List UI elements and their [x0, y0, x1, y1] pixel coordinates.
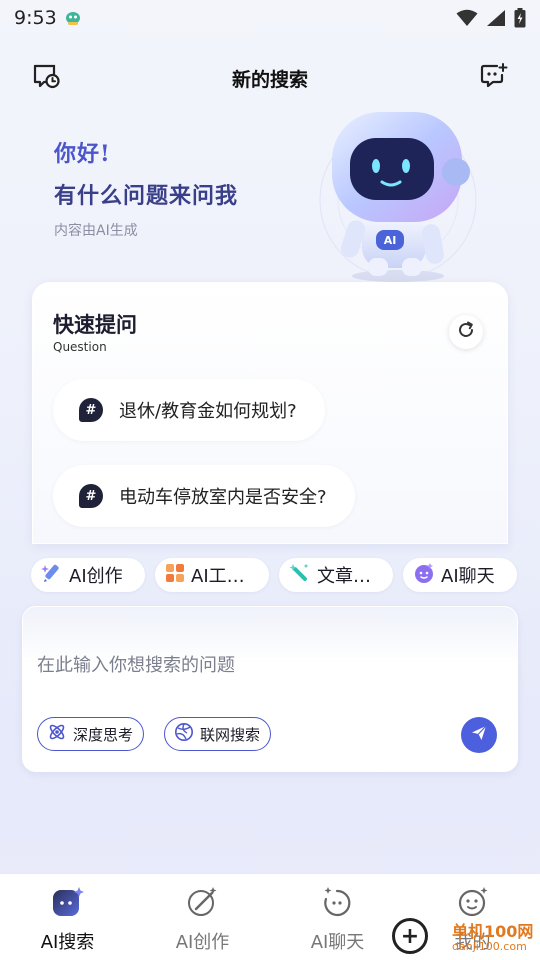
tools-row: AI创作 AI工具... 文章改... AI聊天 [31, 558, 531, 592]
refresh-icon [456, 320, 476, 344]
watermark-url: danji100.com [452, 940, 527, 953]
grid-tools-icon [165, 563, 185, 588]
deep-thinking-label: 深度思考 [73, 725, 134, 744]
search-input[interactable] [37, 647, 497, 683]
tool-chip-article-edit[interactable]: 文章改... [279, 558, 393, 592]
wifi-icon [456, 9, 478, 31]
header: 新的搜索 [0, 56, 540, 100]
quick-question-1[interactable]: # 退休/教育金如何规划? [53, 379, 325, 441]
hashtag-icon: # [79, 398, 103, 422]
watermark-text: 单机100网 [452, 922, 534, 941]
site-watermark: + 单机100网 danji100.com [390, 912, 540, 960]
send-button[interactable] [461, 717, 497, 753]
chat-face-icon [413, 562, 435, 589]
tool-chip-label: AI创作 [69, 566, 123, 587]
refresh-questions-button[interactable] [449, 315, 483, 349]
web-search-toggle[interactable]: 联网搜索 [164, 717, 272, 751]
tool-chip-ai-create[interactable]: AI创作 [31, 558, 145, 592]
signal-icon [486, 9, 506, 31]
page-title: 新的搜索 [231, 69, 308, 91]
search-input-panel: 深度思考 联网搜索 [22, 606, 518, 772]
tool-chip-ai-chat[interactable]: AI聊天 [403, 558, 517, 592]
deep-thinking-toggle[interactable]: 深度思考 [37, 717, 145, 751]
nav-label: AI创作 [175, 932, 230, 953]
new-chat-button[interactable] [478, 62, 510, 94]
hashtag-icon: # [79, 484, 103, 508]
tool-chip-ai-tools[interactable]: AI工具... [155, 558, 269, 592]
battery-icon [514, 8, 526, 32]
ai-disclaimer: 内容由AI生成 [54, 223, 138, 239]
status-bar: 9:53 [0, 0, 540, 36]
status-time: 9:53 [14, 7, 57, 29]
quick-questions-title: 快速提问 [53, 313, 137, 337]
pen-sparkle-icon [41, 562, 63, 589]
nav-label: AI搜索 [40, 932, 95, 953]
ai-chat-icon [321, 886, 355, 922]
new-chat-icon [480, 63, 508, 93]
globe-icon [174, 722, 194, 746]
robot-mascot-illustration: AI [310, 108, 480, 286]
greeting: 你好! 有什么问题来问我 内容由AI生成 [54, 136, 238, 240]
quick-question-2[interactable]: # 电动车停放室内是否安全? [53, 465, 355, 527]
quick-question-text: 电动车停放室内是否安全? [119, 487, 327, 508]
magic-wand-icon [289, 562, 311, 589]
ai-create-icon [186, 886, 220, 922]
nav-ai-search[interactable]: AI搜索 [0, 874, 135, 960]
watermark-logo: + [392, 918, 428, 954]
web-search-label: 联网搜索 [200, 725, 261, 744]
nav-ai-chat[interactable]: AI聊天 [270, 874, 405, 960]
tool-chip-label: 文章改... [317, 566, 383, 587]
tool-chip-label: AI工具... [191, 566, 259, 587]
quick-questions-card: 快速提问 Question # 退休/教育金如何规划? # 电动车停放室内是否安… [32, 282, 508, 544]
tool-chip-label: AI聊天 [441, 566, 495, 587]
greeting-prompt: 有什么问题来问我 [54, 183, 239, 209]
status-icons [456, 8, 526, 32]
greeting-hello: 你好! [54, 141, 111, 167]
nav-label: AI聊天 [310, 932, 365, 953]
send-arrow-icon [470, 724, 488, 746]
quick-questions-subtitle: Question [53, 340, 107, 354]
app-notification-icon [64, 8, 82, 26]
atom-icon [47, 722, 67, 746]
quick-question-text: 退休/教育金如何规划? [119, 401, 297, 422]
nav-ai-create[interactable]: AI创作 [135, 874, 270, 960]
robot-badge-text: AI [384, 234, 397, 247]
ai-search-icon [51, 886, 85, 922]
